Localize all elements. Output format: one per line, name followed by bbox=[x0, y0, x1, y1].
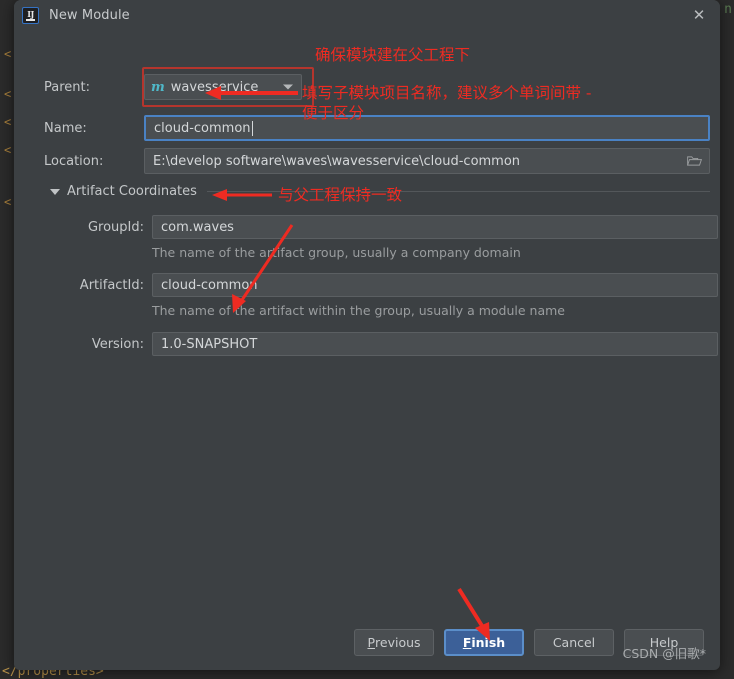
parent-select[interactable]: m wavesservice bbox=[144, 74, 302, 100]
previous-button-mnemonic: P bbox=[367, 634, 376, 650]
artifactid-label: ArtifactId: bbox=[79, 277, 144, 293]
title-bar: IJ New Module ✕ bbox=[14, 0, 720, 30]
previous-button[interactable]: Previous bbox=[354, 628, 434, 656]
dialog-button-bar: Previous Finish Cancel Help bbox=[14, 614, 720, 670]
name-input[interactable]: cloud-common bbox=[144, 115, 710, 141]
location-input-value: E:\develop software\waves\wavesservice\c… bbox=[153, 153, 521, 169]
xml-fragment-right: n bbox=[724, 2, 732, 17]
artifactid-row: ArtifactId: cloud-common bbox=[58, 273, 718, 297]
previous-button-label: revious bbox=[375, 634, 421, 650]
parent-label: Parent: bbox=[44, 79, 90, 95]
triangle-down-icon bbox=[50, 188, 60, 195]
artifactid-input[interactable]: cloud-common bbox=[152, 273, 718, 297]
form-area: Parent: m wavesservice Name: cloud-commo… bbox=[14, 30, 720, 590]
chevron-down-icon bbox=[283, 84, 293, 90]
groupid-input-value: com.waves bbox=[161, 219, 234, 235]
groupid-label: GroupId: bbox=[87, 219, 144, 235]
code-bracket-glyph: < bbox=[4, 143, 12, 157]
cancel-button[interactable]: Cancel bbox=[534, 628, 614, 656]
artifact-coordinates-toggle[interactable]: Artifact Coordinates bbox=[50, 184, 710, 199]
name-input-value: cloud-common bbox=[154, 120, 251, 136]
groupid-row: GroupId: com.waves bbox=[58, 215, 718, 239]
section-divider bbox=[206, 191, 710, 192]
csdn-watermark: CSDN @旧歌* bbox=[622, 646, 706, 661]
close-icon[interactable]: ✕ bbox=[688, 4, 710, 26]
folder-icon[interactable] bbox=[687, 156, 702, 167]
version-input-value: 1.0-SNAPSHOT bbox=[161, 336, 258, 352]
cancel-button-label: Cancel bbox=[552, 634, 596, 650]
finish-button-mnemonic: F bbox=[462, 634, 472, 650]
version-row: Version: 1.0-SNAPSHOT bbox=[58, 332, 718, 356]
code-bracket-glyph: < bbox=[4, 115, 12, 129]
finish-button[interactable]: Finish bbox=[444, 628, 524, 656]
version-input[interactable]: 1.0-SNAPSHOT bbox=[152, 332, 718, 356]
intellij-idea-icon: IJ bbox=[22, 6, 39, 24]
location-label: Location: bbox=[44, 153, 104, 169]
code-bracket-glyph: < bbox=[4, 195, 12, 209]
location-row: Location: E:\develop software\waves\wave… bbox=[44, 148, 710, 174]
location-input[interactable]: E:\develop software\waves\wavesservice\c… bbox=[144, 148, 710, 174]
code-bracket-glyph: < bbox=[4, 87, 12, 101]
version-label: Version: bbox=[91, 336, 144, 352]
artifactid-input-value: cloud-common bbox=[161, 277, 258, 293]
artifactid-helper-text: The name of the artifact within the grou… bbox=[152, 303, 565, 318]
app-icon-text: IJ bbox=[27, 9, 34, 19]
finish-button-label: inish bbox=[471, 634, 506, 650]
name-label: Name: bbox=[44, 120, 87, 136]
new-module-dialog: IJ New Module ✕ Parent: m wavesservice N… bbox=[14, 0, 720, 670]
groupid-input[interactable]: com.waves bbox=[152, 215, 718, 239]
groupid-helper-text: The name of the artifact group, usually … bbox=[152, 245, 521, 260]
parent-row: Parent: m wavesservice bbox=[44, 74, 302, 100]
artifact-coordinates-title: Artifact Coordinates bbox=[67, 184, 197, 199]
code-bracket-glyph: < bbox=[4, 47, 12, 61]
window-title: New Module bbox=[49, 7, 130, 23]
text-caret bbox=[251, 120, 253, 136]
parent-selected-value: wavesservice bbox=[170, 79, 259, 95]
name-row: Name: cloud-common bbox=[44, 115, 710, 141]
maven-module-icon: m bbox=[151, 79, 165, 95]
